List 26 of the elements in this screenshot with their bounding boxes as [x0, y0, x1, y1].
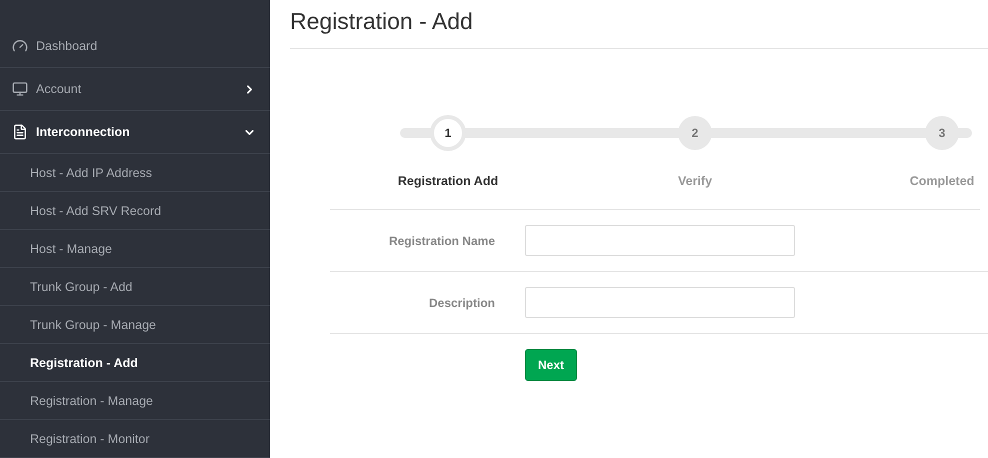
step-label: Registration Add — [398, 174, 498, 188]
submenu-item[interactable]: Trunk Group - Manage — [0, 306, 270, 344]
input-field[interactable] — [525, 287, 795, 318]
sidebar-item[interactable]: Dashboard — [0, 25, 270, 68]
sidebar-item[interactable]: Account — [0, 68, 270, 111]
step-circle: 1 — [430, 115, 466, 151]
page-title: Registration - Add — [290, 0, 988, 49]
step-circle: 2 — [678, 116, 712, 150]
sidebar-item[interactable]: Interconnection — [0, 111, 270, 154]
step-label: Verify — [678, 174, 712, 188]
input-field[interactable] — [525, 225, 795, 256]
field-label: Registration Name — [388, 234, 496, 248]
submenu-item[interactable]: Trunk Group - Add — [0, 268, 270, 306]
next-button[interactable]: Next — [525, 349, 578, 381]
gauge-icon — [12, 38, 28, 54]
document-icon — [12, 124, 28, 140]
submenu-item[interactable]: Registration - Monitor — [0, 420, 270, 458]
field-label: Description — [428, 296, 496, 310]
submenu-item[interactable]: Host - Manage — [0, 230, 270, 268]
submenu-item[interactable]: Host - Add IP Address — [0, 154, 270, 192]
submenu-item[interactable]: Registration - Add — [0, 344, 270, 382]
step-label: Completed — [910, 174, 974, 188]
submenu-item[interactable]: Host - Add SRV Record — [0, 192, 270, 230]
step-circle: 3 — [925, 116, 959, 150]
submenu-item[interactable]: Registration - Manage — [0, 382, 270, 420]
monitor-icon — [12, 81, 28, 97]
